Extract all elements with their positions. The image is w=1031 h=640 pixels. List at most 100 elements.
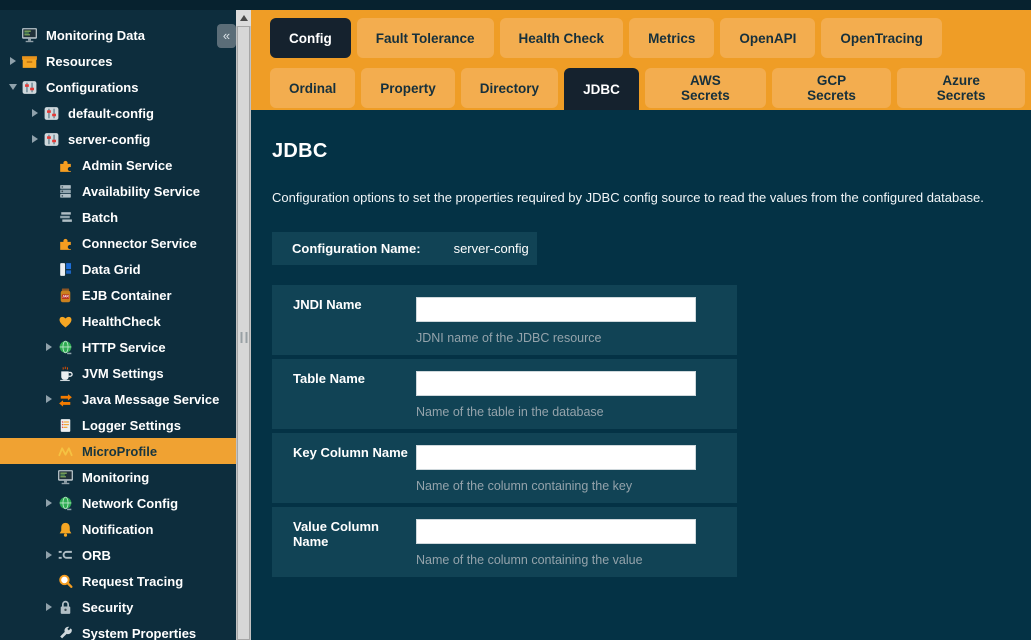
value-column-name-input[interactable] bbox=[416, 519, 696, 544]
sidebar-item-http-service[interactable]: HTTP Service bbox=[0, 334, 236, 360]
tab-aws-secrets[interactable]: AWS Secrets bbox=[645, 68, 766, 108]
sidebar-item-default-config[interactable]: default-config bbox=[0, 100, 236, 126]
tab-jdbc[interactable]: JDBC bbox=[564, 68, 639, 110]
tab-ordinal[interactable]: Ordinal bbox=[270, 68, 355, 108]
field-row-jndi-name: JNDI NameJDNI name of the JDBC resource bbox=[272, 285, 737, 355]
sidebar-item-label: Monitoring Data bbox=[46, 28, 145, 43]
bell-icon bbox=[56, 521, 74, 538]
sidebar-item-monitoring-data[interactable]: Monitoring Data bbox=[0, 22, 236, 48]
sidebar-item-batch[interactable]: Batch bbox=[0, 204, 236, 230]
sidebar-item-availability-service[interactable]: Availability Service bbox=[0, 178, 236, 204]
monitor-icon bbox=[20, 27, 38, 44]
sidebar-item-security[interactable]: Security bbox=[0, 594, 236, 620]
scrollbar-thumb[interactable] bbox=[237, 26, 250, 640]
sidebar-item-logger-settings[interactable]: Logger Settings bbox=[0, 412, 236, 438]
sidebar-item-label: Availability Service bbox=[82, 184, 200, 199]
expand-right-icon[interactable] bbox=[42, 499, 56, 507]
expand-right-icon[interactable] bbox=[6, 57, 20, 65]
heart-icon bbox=[56, 313, 74, 330]
sliders-icon bbox=[20, 79, 38, 96]
jndi-name-input[interactable] bbox=[416, 297, 696, 322]
sidebar-item-ejb-container[interactable]: JAREJB Container bbox=[0, 282, 236, 308]
sidebar-item-system-properties[interactable]: System Properties bbox=[0, 620, 236, 640]
sidebar-item-jvm-settings[interactable]: JVM Settings bbox=[0, 360, 236, 386]
sidebar-item-label: Notification bbox=[82, 522, 154, 537]
field-label: Key Column Name bbox=[272, 445, 416, 503]
content-panel: JDBC Configuration options to set the pr… bbox=[251, 140, 1031, 577]
puzzle-icon bbox=[56, 157, 74, 174]
field-help-text: Name of the column containing the key bbox=[416, 479, 696, 493]
tab-directory[interactable]: Directory bbox=[461, 68, 558, 108]
log-icon bbox=[56, 417, 74, 434]
sidebar-item-label: default-config bbox=[68, 106, 154, 121]
expand-right-icon[interactable] bbox=[42, 343, 56, 351]
sidebar-item-notification[interactable]: Notification bbox=[0, 516, 236, 542]
field-help-text: JDNI name of the JDBC resource bbox=[416, 331, 696, 345]
sidebar-collapse-button[interactable]: « bbox=[217, 24, 236, 48]
sidebar-item-admin-service[interactable]: Admin Service bbox=[0, 152, 236, 178]
tab-metrics[interactable]: Metrics bbox=[629, 18, 714, 58]
sidebar-item-label: Batch bbox=[82, 210, 118, 225]
sidebar-item-label: MicroProfile bbox=[82, 444, 157, 459]
tab-row-microprofile: ConfigFault ToleranceHealth CheckMetrics… bbox=[270, 18, 1031, 58]
globe-icon bbox=[56, 339, 74, 356]
sidebar-item-label: Data Grid bbox=[82, 262, 141, 277]
expand-right-icon[interactable] bbox=[28, 109, 42, 117]
expand-right-icon[interactable] bbox=[42, 603, 56, 611]
tab-header: ConfigFault ToleranceHealth CheckMetrics… bbox=[251, 10, 1031, 110]
key-column-name-input[interactable] bbox=[416, 445, 696, 470]
expand-right-icon[interactable] bbox=[42, 551, 56, 559]
table-name-input[interactable] bbox=[416, 371, 696, 396]
layers-icon bbox=[56, 209, 74, 226]
navigation-tree: Monitoring Data Resources Configurations de… bbox=[0, 10, 236, 640]
top-strip bbox=[0, 0, 1031, 10]
plug-icon bbox=[56, 547, 74, 564]
expand-down-icon[interactable] bbox=[6, 84, 20, 90]
sidebar-tree: Monitoring Data Resources Configurations de… bbox=[0, 10, 236, 640]
sidebar-item-java-message-service[interactable]: Java Message Service bbox=[0, 386, 236, 412]
sidebar-item-connector-service[interactable]: Connector Service bbox=[0, 230, 236, 256]
field-row-value-column-name: Value Column NameName of the column cont… bbox=[272, 507, 737, 577]
configuration-name-value: server-config bbox=[454, 241, 529, 256]
sidebar-item-label: JVM Settings bbox=[82, 366, 164, 381]
tab-row-config-sources: OrdinalPropertyDirectoryJDBCAWS SecretsG… bbox=[270, 68, 1031, 110]
expand-right-icon[interactable] bbox=[28, 135, 42, 143]
tab-azure-secrets[interactable]: Azure Secrets bbox=[897, 68, 1025, 108]
sidebar-item-healthcheck[interactable]: HealthCheck bbox=[0, 308, 236, 334]
sidebar-item-label: Admin Service bbox=[82, 158, 172, 173]
field-row-key-column-name: Key Column NameName of the column contai… bbox=[272, 433, 737, 503]
field-row-table-name: Table NameName of the table in the datab… bbox=[272, 359, 737, 429]
tab-fault-tolerance[interactable]: Fault Tolerance bbox=[357, 18, 494, 58]
sidebar-item-resources[interactable]: Resources bbox=[0, 48, 236, 74]
tab-property[interactable]: Property bbox=[361, 68, 455, 108]
sidebar-item-label: HealthCheck bbox=[82, 314, 161, 329]
tab-openapi[interactable]: OpenAPI bbox=[720, 18, 815, 58]
field-help-text: Name of the table in the database bbox=[416, 405, 696, 419]
sidebar-item-label: HTTP Service bbox=[82, 340, 166, 355]
sidebar-item-monitoring[interactable]: Monitoring bbox=[0, 464, 236, 490]
expand-right-icon[interactable] bbox=[42, 395, 56, 403]
sidebar-item-label: Logger Settings bbox=[82, 418, 181, 433]
sidebar-item-data-grid[interactable]: Data Grid bbox=[0, 256, 236, 282]
sidebar-item-request-tracing[interactable]: Request Tracing bbox=[0, 568, 236, 594]
sidebar-item-configurations[interactable]: Configurations bbox=[0, 74, 236, 100]
tab-opentracing[interactable]: OpenTracing bbox=[821, 18, 942, 58]
sidebar-item-label: Java Message Service bbox=[82, 392, 219, 407]
sidebar-item-label: ORB bbox=[82, 548, 111, 563]
sidebar-item-label: Resources bbox=[46, 54, 112, 69]
sidebar-item-label: server-config bbox=[68, 132, 150, 147]
sidebar-item-network-config[interactable]: Network Config bbox=[0, 490, 236, 516]
coffee-icon bbox=[56, 365, 74, 382]
sidebar-scrollbar[interactable] bbox=[236, 10, 251, 640]
sidebar-item-label: EJB Container bbox=[82, 288, 172, 303]
page-description: Configuration options to set the propert… bbox=[272, 190, 1031, 205]
sidebar-item-server-config[interactable]: server-config bbox=[0, 126, 236, 152]
tab-config[interactable]: Config bbox=[270, 18, 351, 58]
tab-gcp-secrets[interactable]: GCP Secrets bbox=[772, 68, 891, 108]
admin-console-screen: Monitoring Data Resources Configurations de… bbox=[0, 0, 1031, 640]
sidebar-item-label: Configurations bbox=[46, 80, 138, 95]
sidebar-item-orb[interactable]: ORB bbox=[0, 542, 236, 568]
sidebar-item-microprofile[interactable]: MicroProfile bbox=[0, 438, 236, 464]
tab-health-check[interactable]: Health Check bbox=[500, 18, 624, 58]
scroll-up-button[interactable] bbox=[236, 10, 251, 26]
